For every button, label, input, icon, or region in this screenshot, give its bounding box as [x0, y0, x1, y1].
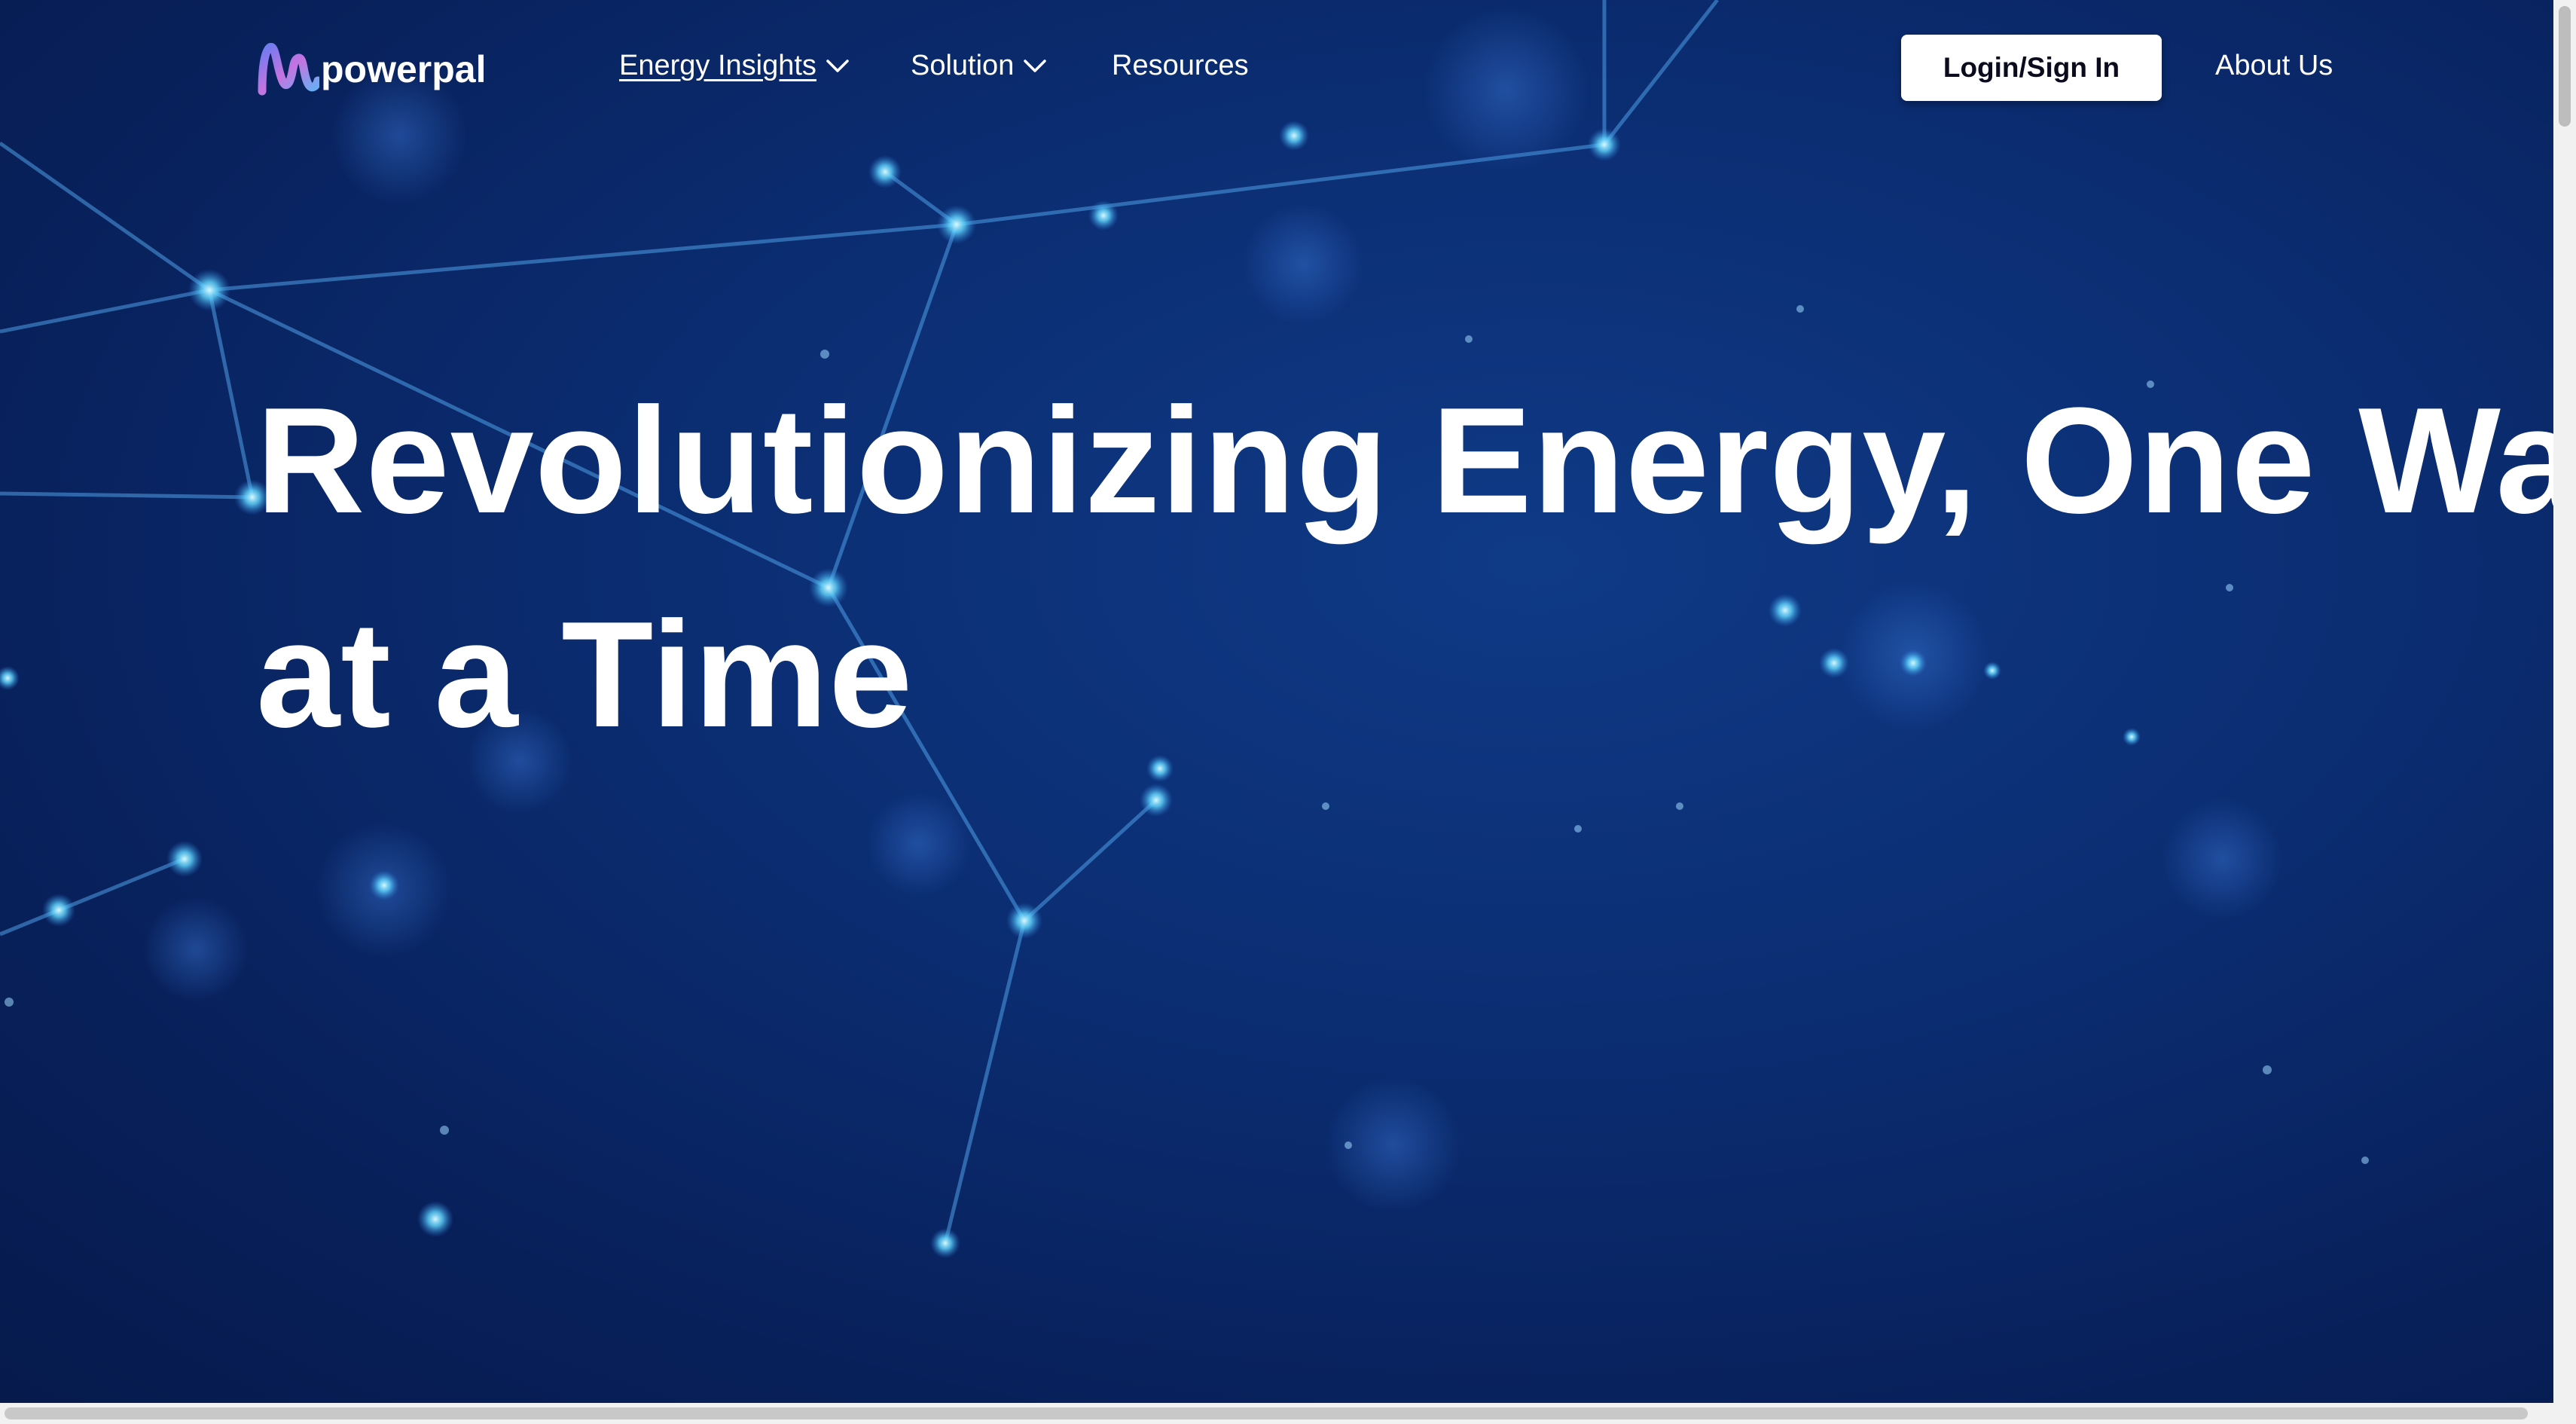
navbar: powerpal Energy Insights Solution Resour… [0, 0, 2553, 136]
hero-headline-line2: at a Time [256, 591, 914, 759]
login-signin-button[interactable]: Login/Sign In [1901, 35, 2162, 101]
nav-energy-insights-label: Energy Insights [619, 50, 816, 81]
vertical-scrollbar-thumb[interactable] [2559, 6, 2571, 127]
hero-section: powerpal Energy Insights Solution Resour… [0, 0, 2553, 1403]
nav-solution[interactable]: Solution [911, 50, 1047, 82]
chevron-down-icon [826, 59, 849, 72]
hero-headline-line1: Revolutionizing Energy, One Watt [256, 377, 2553, 545]
nav-energy-insights[interactable]: Energy Insights [619, 50, 850, 82]
nav-about-us-label: About Us [2215, 50, 2333, 81]
brand-name: powerpal [321, 48, 487, 90]
brand-logo[interactable]: powerpal [256, 42, 486, 96]
hero-headline: Revolutionizing Energy, One Watt at a Ti… [256, 354, 2553, 782]
chevron-down-icon [1024, 59, 1047, 72]
powerpal-wave-logo-icon [258, 43, 319, 96]
nav-resources[interactable]: Resources [1112, 50, 1249, 82]
nav-about-us[interactable]: About Us [2215, 50, 2333, 82]
horizontal-scrollbar-thumb[interactable] [5, 1407, 2528, 1419]
vertical-scrollbar-track[interactable] [2553, 0, 2576, 1424]
nav-resources-label: Resources [1112, 50, 1249, 81]
nav-solution-label: Solution [911, 50, 1015, 81]
